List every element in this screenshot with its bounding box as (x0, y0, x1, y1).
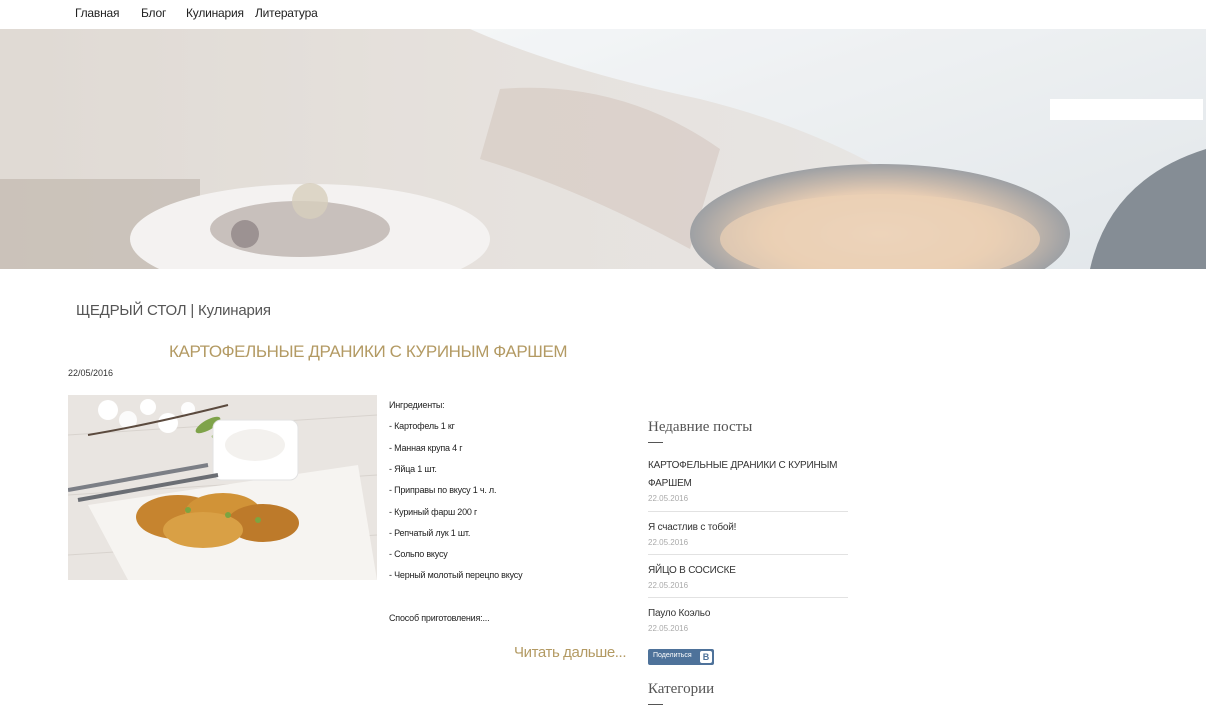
search-input[interactable] (1050, 99, 1203, 120)
hero-banner (0, 29, 1206, 269)
divider (648, 554, 848, 555)
recent-post-title-link[interactable]: Я счастлив с тобой! (648, 519, 848, 537)
read-more-link[interactable]: Читать дальше... (514, 644, 626, 661)
ingredient-item: - Сольпо вкусу (389, 549, 448, 559)
nav-item-cooking[interactable]: Кулинария (186, 6, 244, 20)
page-title: ЩЕДРЫЙ СТОЛ | Кулинария (76, 302, 271, 319)
method-text: Способ приготовления:... (389, 613, 490, 623)
vk-share-button[interactable]: Поделиться В (648, 649, 714, 665)
ingredient-item: - Картофель 1 кг (389, 421, 455, 431)
recent-post-item: Я счастлив с тобой! 22.05.2016 (648, 519, 848, 549)
recent-post-title-link[interactable]: ЯЙЦО В СОСИСКЕ (648, 562, 848, 580)
potato-pancakes-photo (68, 395, 377, 580)
recent-post-date: 22.05.2016 (648, 494, 689, 503)
heading-underline (648, 704, 663, 705)
ingredient-item: - Приправы по вкусу 1 ч. л. (389, 485, 497, 495)
post-title-link[interactable]: КАРТОФЕЛЬНЫЕ ДРАНИКИ С КУРИНЫМ ФАРШЕМ (169, 342, 568, 362)
nav-item-home[interactable]: Главная (75, 6, 119, 20)
categories-heading: Категории (648, 681, 715, 697)
ingredient-item: - Черный молотый перецпо вкусу (389, 570, 523, 580)
ingredient-item: - Куриный фарш 200 г (389, 507, 478, 517)
post-image[interactable] (68, 395, 377, 580)
recent-posts-heading: Недавние посты (648, 419, 753, 435)
recent-post-date: 22.05.2016 (648, 624, 689, 633)
nav-item-literature[interactable]: Литература (255, 6, 318, 20)
hero-background-image (0, 29, 1206, 269)
post-date: 22/05/2016 (68, 368, 114, 378)
ingredient-item: - Репчатый лук 1 шт. (389, 528, 471, 538)
vk-icon: В (700, 651, 712, 663)
divider (648, 597, 848, 598)
recent-post-item: Пауло Коэльо 22.05.2016 (648, 605, 848, 635)
recent-post-item: КАРТОФЕЛЬНЫЕ ДРАНИКИ С КУРИНЫМ ФАРШЕМ 22… (648, 457, 848, 505)
share-label: Поделиться (653, 652, 692, 659)
divider (648, 511, 848, 512)
top-navigation: Главная Блог Кулинария Литература (0, 0, 1206, 29)
recent-post-date: 22.05.2016 (648, 581, 689, 590)
ingredient-item: - Яйца 1 шт. (389, 464, 437, 474)
ingredient-item: - Манная крупа 4 г (389, 443, 463, 453)
nav-item-blog[interactable]: Блог (141, 6, 166, 20)
heading-underline (648, 442, 663, 443)
recent-post-title-link[interactable]: Пауло Коэльо (648, 605, 848, 623)
recent-post-title-link[interactable]: КАРТОФЕЛЬНЫЕ ДРАНИКИ С КУРИНЫМ ФАРШЕМ (648, 457, 848, 493)
recent-post-item: ЯЙЦО В СОСИСКЕ 22.05.2016 (648, 562, 848, 592)
ingredients-heading: Ингредиенты: (389, 400, 445, 410)
recent-post-date: 22.05.2016 (648, 538, 689, 547)
